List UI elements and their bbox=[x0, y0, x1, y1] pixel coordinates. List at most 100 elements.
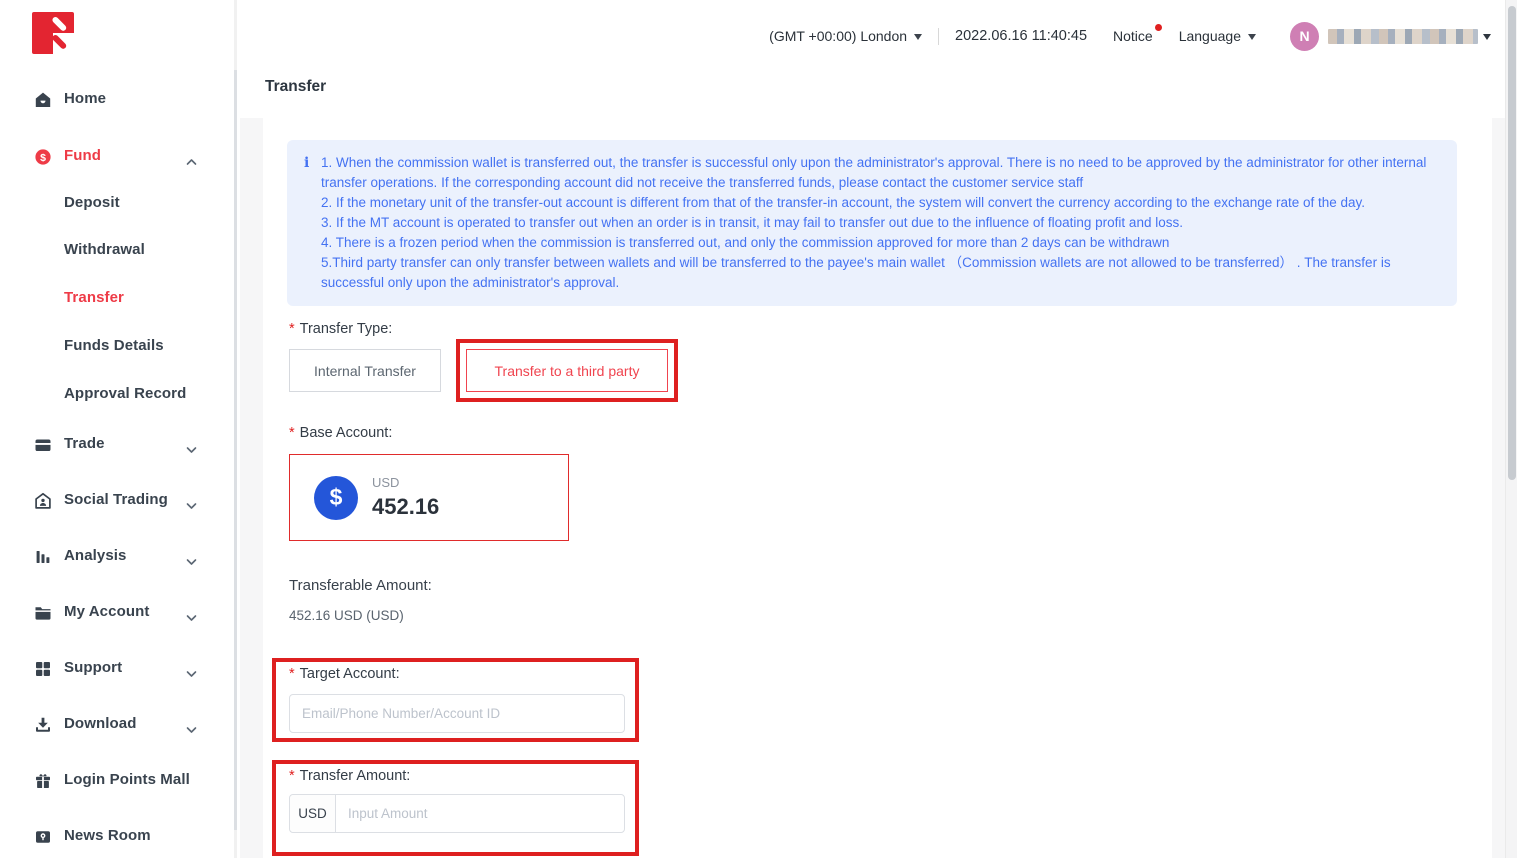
notice-badge-dot bbox=[1155, 24, 1162, 31]
trade-icon bbox=[34, 436, 52, 454]
required-mark: * bbox=[289, 425, 295, 441]
analysis-icon bbox=[34, 548, 52, 566]
chevron-down-icon bbox=[1483, 34, 1491, 44]
sidebar-item-social-trading[interactable]: Social Trading bbox=[0, 481, 236, 521]
sidebar-item-label: Analysis bbox=[64, 547, 127, 564]
sidebar-scrollbar-thumb[interactable] bbox=[234, 70, 237, 830]
sidebar-item-label: My Account bbox=[64, 603, 149, 620]
notice-button[interactable]: Notice bbox=[1113, 28, 1153, 44]
topbar: (GMT +00:00) London 2022.06.16 11:40:45 … bbox=[769, 0, 1491, 72]
notice-box: i 1. When the commission wallet is trans… bbox=[287, 140, 1457, 306]
target-account-input[interactable] bbox=[289, 694, 625, 733]
chevron-down-icon bbox=[1248, 34, 1256, 44]
sidebar-item-label: Home bbox=[64, 90, 106, 107]
chevron-down-icon bbox=[186, 497, 197, 505]
sidebar-item-trade[interactable]: Trade bbox=[0, 425, 236, 465]
sidebar-item-label: Transfer bbox=[64, 289, 124, 306]
transfer-type-label: *Transfer Type: bbox=[289, 321, 392, 337]
language-selector[interactable]: Language bbox=[1179, 28, 1256, 44]
language-label: Language bbox=[1179, 28, 1241, 44]
download-icon bbox=[34, 716, 52, 734]
base-account-currency: USD bbox=[372, 475, 439, 490]
sidebar-item-label: Download bbox=[64, 715, 136, 732]
notice-line: 3. If the MT account is operated to tran… bbox=[321, 213, 1439, 233]
logo-slash-top bbox=[52, 16, 68, 32]
sidebar-item-support[interactable]: Support bbox=[0, 649, 236, 689]
chevron-up-icon bbox=[186, 153, 197, 161]
sidebar-item-label: Support bbox=[64, 659, 122, 676]
required-mark: * bbox=[289, 768, 295, 784]
internal-transfer-button[interactable]: Internal Transfer bbox=[289, 349, 441, 392]
topbar-divider bbox=[938, 28, 939, 45]
news-icon bbox=[34, 828, 52, 846]
sidebar-item-label: Social Trading bbox=[64, 491, 168, 508]
user-menu[interactable]: N bbox=[1290, 22, 1491, 51]
notice-label: Notice bbox=[1113, 28, 1153, 44]
page-scrollbar-thumb[interactable] bbox=[1508, 6, 1516, 480]
svg-text:$: $ bbox=[40, 152, 46, 164]
notice-line: 5.Third party transfer can only transfer… bbox=[321, 253, 1439, 293]
transferable-amount-label: Transferable Amount: bbox=[289, 577, 432, 594]
transfer-panel: i 1. When the commission wallet is trans… bbox=[263, 118, 1492, 858]
notice-line: 2. If the monetary unit of the transfer-… bbox=[321, 193, 1439, 213]
third-party-transfer-button[interactable]: Transfer to a third party bbox=[466, 349, 668, 392]
transfer-amount-group: USD bbox=[289, 794, 625, 833]
brand-logo[interactable] bbox=[32, 12, 74, 54]
sidebar-item-label: News Room bbox=[64, 827, 151, 844]
page-scrollbar-track bbox=[1505, 0, 1517, 858]
redacted-username bbox=[1328, 29, 1478, 44]
notice-lines: 1. When the commission wallet is transfe… bbox=[321, 153, 1439, 293]
timezone-selector[interactable]: (GMT +00:00) London bbox=[769, 28, 922, 44]
sidebar: Home $ Fund Deposit Withdrawal Transfer Funds … bbox=[0, 0, 240, 858]
sidebar-item-login-points-mall[interactable]: Login Points Mall bbox=[0, 761, 236, 801]
base-account-balance: 452.16 bbox=[372, 494, 439, 520]
transfer-amount-input[interactable] bbox=[336, 795, 624, 832]
sidebar-item-funds-details[interactable]: Funds Details bbox=[0, 327, 236, 367]
info-icon: i bbox=[304, 155, 321, 293]
account-icon bbox=[34, 604, 52, 622]
sidebar-item-label: Fund bbox=[64, 147, 101, 164]
sidebar-item-label: Login Points Mall bbox=[64, 771, 190, 788]
support-icon bbox=[34, 660, 52, 678]
sidebar-item-deposit[interactable]: Deposit bbox=[0, 184, 236, 224]
sidebar-item-label: Withdrawal bbox=[64, 241, 145, 258]
sidebar-item-label: Approval Record bbox=[64, 385, 186, 402]
home-icon bbox=[34, 91, 52, 109]
timezone-label: (GMT +00:00) London bbox=[769, 28, 907, 44]
transferable-amount-value: 452.16 USD (USD) bbox=[289, 608, 404, 623]
currency-prefix: USD bbox=[290, 795, 336, 832]
sidebar-item-label: Trade bbox=[64, 435, 105, 452]
sidebar-item-my-account[interactable]: My Account bbox=[0, 593, 236, 633]
page-title: Transfer bbox=[265, 78, 326, 96]
sidebar-item-withdrawal[interactable]: Withdrawal bbox=[0, 231, 236, 271]
gift-icon bbox=[34, 772, 52, 790]
sidebar-item-news-room[interactable]: News Room bbox=[0, 817, 236, 857]
sidebar-item-approval-record[interactable]: Approval Record bbox=[0, 375, 236, 415]
sidebar-item-analysis[interactable]: Analysis bbox=[0, 537, 236, 577]
chevron-down-icon bbox=[186, 553, 197, 561]
fund-icon: $ bbox=[34, 148, 52, 166]
sidebar-item-label: Funds Details bbox=[64, 337, 164, 354]
chevron-down-icon bbox=[914, 34, 922, 44]
avatar: N bbox=[1290, 22, 1319, 51]
required-mark: * bbox=[289, 321, 295, 337]
sidebar-item-fund[interactable]: $ Fund bbox=[0, 137, 236, 177]
dollar-coin-icon: $ bbox=[314, 476, 358, 520]
sidebar-item-label: Deposit bbox=[64, 194, 120, 211]
notice-line: 4. There is a frozen period when the com… bbox=[321, 233, 1439, 253]
chevron-down-icon bbox=[186, 665, 197, 673]
sidebar-item-transfer[interactable]: Transfer bbox=[0, 279, 236, 319]
main-header: (GMT +00:00) London 2022.06.16 11:40:45 … bbox=[240, 0, 1517, 118]
base-account-card[interactable]: $ USD 452.16 bbox=[289, 454, 569, 541]
notice-line: 1. When the commission wallet is transfe… bbox=[321, 153, 1439, 193]
base-account-label: *Base Account: bbox=[289, 425, 392, 441]
sidebar-item-download[interactable]: Download bbox=[0, 705, 236, 745]
chevron-down-icon bbox=[186, 441, 197, 449]
transfer-amount-label: *Transfer Amount: bbox=[289, 768, 410, 784]
sidebar-item-home[interactable]: Home bbox=[0, 80, 236, 120]
social-icon bbox=[34, 492, 52, 510]
chevron-down-icon bbox=[186, 721, 197, 729]
target-account-label: *Target Account: bbox=[289, 666, 400, 682]
required-mark: * bbox=[289, 666, 295, 682]
chevron-down-icon bbox=[186, 609, 197, 617]
